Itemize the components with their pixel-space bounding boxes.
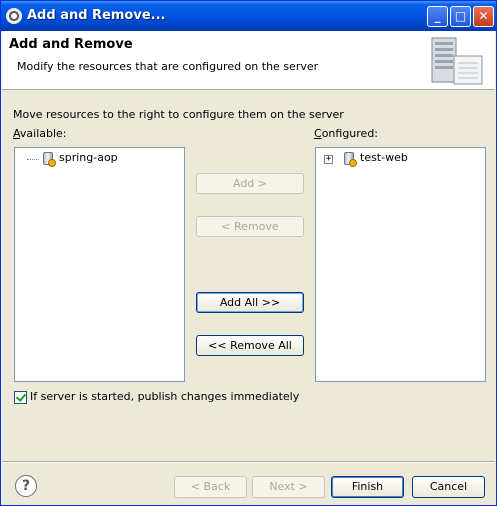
minimize-button[interactable]: _ <box>427 6 448 27</box>
remove-all-button[interactable]: << Remove All <box>196 335 304 356</box>
project-icon <box>41 151 56 167</box>
back-button[interactable]: < Back <box>174 476 247 498</box>
next-button[interactable]: Next > <box>252 476 325 498</box>
available-list[interactable]: spring-aop <box>14 147 185 382</box>
footer-separator <box>2 461 495 463</box>
eclipse-icon <box>6 8 22 24</box>
instruction-text: Move resources to the right to configure… <box>13 108 344 121</box>
finish-button[interactable]: Finish <box>331 476 404 498</box>
configured-label: Configured: <box>314 127 379 140</box>
publish-checkbox-label[interactable]: If server is started, publish changes im… <box>30 390 299 403</box>
cancel-button[interactable]: Cancel <box>412 476 485 498</box>
dialog-window: Add and Remove... _ □ ✕ Add and Remove M… <box>0 0 497 506</box>
server-icon <box>431 37 483 85</box>
close-button[interactable]: ✕ <box>473 6 494 27</box>
title-bar[interactable]: Add and Remove... _ □ ✕ <box>1 1 496 31</box>
publish-checkbox[interactable] <box>14 391 27 404</box>
tree-connector <box>27 159 39 160</box>
page-title: Add and Remove <box>9 37 133 52</box>
list-item[interactable]: spring-aop <box>27 151 118 167</box>
available-item-label: spring-aop <box>59 151 118 164</box>
add-button[interactable]: Add > <box>196 173 304 194</box>
add-all-button[interactable]: Add All >> <box>196 292 304 313</box>
page-description: Modify the resources that are configured… <box>17 60 319 73</box>
wizard-header: Add and Remove Modify the resources that… <box>2 31 495 90</box>
project-icon <box>342 151 357 167</box>
maximize-button[interactable]: □ <box>450 6 471 27</box>
list-item[interactable]: + test-web <box>324 151 408 167</box>
help-icon[interactable]: ? <box>15 475 37 497</box>
available-label: Available: <box>13 127 67 140</box>
remove-button[interactable]: < Remove <box>196 216 304 237</box>
configured-list[interactable]: + test-web <box>315 147 486 382</box>
window-title: Add and Remove... <box>27 8 166 23</box>
expand-icon[interactable]: + <box>324 155 333 164</box>
configured-item-label: test-web <box>360 151 408 164</box>
